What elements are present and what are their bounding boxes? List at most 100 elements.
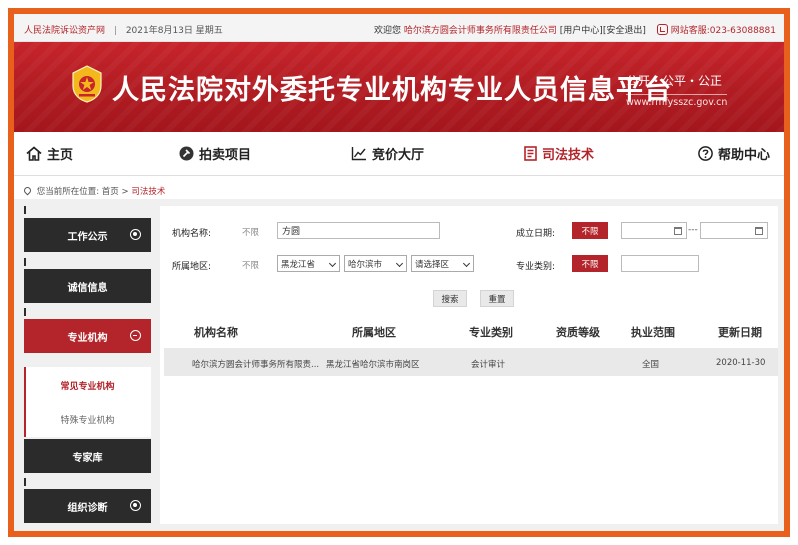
main-panel: 机构名称: 不限 成立日期: 不限 --- 所属地区: 不限 黑龙江省 哈尔滨市… — [160, 206, 778, 524]
sidebar-item-work-announcement[interactable]: 工作公示 — [24, 218, 151, 252]
nav-item-judicial-tech[interactable]: 司法技术 — [524, 144, 594, 163]
cell-scope: 全国 — [642, 360, 660, 370]
top-bar-right: 欢迎您 哈尔滨方圆会计师事务所有限责任公司 [用户中心][安全退出] 网站客服:… — [374, 23, 776, 36]
province-select[interactable]: 黑龙江省 — [277, 255, 340, 272]
sidebar-item-expert-pool[interactable]: 专家库 — [24, 439, 151, 473]
phone-icon — [656, 24, 668, 35]
collapse-icon — [130, 330, 141, 341]
sidebar-item-professional-org[interactable]: 专业机构 — [24, 319, 151, 353]
nav-item-label: 帮助中心 — [718, 148, 771, 163]
cell-category: 会计审计 — [471, 360, 506, 370]
district-select[interactable]: 请选择区 — [411, 255, 474, 272]
nav-item-auction[interactable]: 拍卖项目 — [179, 144, 251, 163]
breadcrumb: 您当前所在位置: 首页 > 司法技术 — [22, 185, 166, 197]
auction-icon — [179, 146, 194, 161]
logout-link[interactable]: [安全退出] — [603, 26, 646, 36]
sidebar-item-credit-info[interactable]: 诚信信息 — [24, 269, 151, 303]
nav-item-label: 司法技术 — [542, 148, 595, 163]
court-emblem-icon — [72, 65, 102, 103]
column-header-category: 专业类别 — [469, 326, 513, 339]
sidebar-item-label: 组织诊断 — [67, 502, 108, 514]
column-header-scope: 执业范围 — [631, 326, 675, 339]
cell-update-date: 2020-11-30 — [716, 358, 766, 368]
column-header-org-name: 机构名称 — [194, 326, 238, 339]
province-value: 黑龙江省 — [281, 259, 316, 270]
nav-item-bidding[interactable]: 竞价大厅 — [351, 144, 424, 163]
top-bar-left: 人民法院诉讼资产网 | 2021年8月13日 星期五 — [24, 23, 223, 36]
calendar-icon — [674, 227, 682, 235]
circle-bullet-icon — [130, 229, 141, 240]
nav-item-help[interactable]: 帮助中心 — [698, 144, 770, 163]
chart-icon — [351, 147, 366, 161]
category-label: 专业类别: — [516, 262, 556, 272]
nav-item-home[interactable]: 主页 — [26, 144, 73, 163]
chevron-down-icon — [462, 259, 471, 268]
nav-item-label: 竞价大厅 — [372, 148, 425, 163]
submenu-item-special-org[interactable]: 特殊专业机构 — [24, 402, 151, 436]
nav-item-label: 主页 — [47, 148, 74, 163]
location-pin-icon — [22, 185, 33, 196]
column-header-update-date: 更新日期 — [718, 326, 762, 339]
platform-title: 人民法院对外委托专业机构专业人员信息平台 — [112, 75, 672, 106]
sidebar-item-label: 专业机构 — [67, 332, 108, 344]
sidebar-item-label: 专家库 — [72, 452, 103, 464]
district-value: 请选择区 — [415, 259, 450, 270]
sidebar-divider — [24, 308, 26, 316]
column-header-region: 所属地区 — [352, 326, 396, 339]
org-name-unlimited[interactable]: 不限 — [242, 226, 259, 238]
submenu-item-common-org[interactable]: 常见专业机构 — [24, 368, 151, 402]
cell-region: 黑龙江省哈尔滨市南岗区 — [326, 360, 420, 370]
sidebar-submenu: 常见专业机构 特殊专业机构 — [24, 367, 151, 437]
sidebar-item-label: 工作公示 — [67, 231, 108, 243]
org-name-label: 机构名称: — [172, 229, 212, 239]
welcome-text: 欢迎您 — [374, 26, 402, 36]
column-header-qualification: 资质等级 — [556, 326, 600, 339]
hotline-text: 网站客服:023-63088881 — [670, 26, 776, 36]
top-separator: | — [113, 26, 117, 36]
banner-motto: 公开・公平・公正 — [626, 74, 723, 88]
category-unlimited-button[interactable]: 不限 — [572, 255, 608, 272]
category-input[interactable] — [621, 255, 699, 272]
hotline: 网站客服:023-63088881 — [656, 24, 776, 36]
page-frame: 人民法院诉讼资产网 | 2021年8月13日 星期五 欢迎您 哈尔滨方圆会计师事… — [8, 8, 790, 537]
date-from-input[interactable] — [621, 222, 687, 239]
region-label: 所属地区: — [172, 262, 212, 272]
date-to-input[interactable] — [700, 222, 768, 239]
breadcrumb-arrow: > — [121, 187, 129, 197]
reset-button[interactable]: 重置 — [480, 290, 514, 307]
sidebar-divider — [24, 258, 26, 266]
city-value: 哈尔滨市 — [348, 259, 383, 270]
date-separator: --- — [688, 225, 698, 235]
site-name-link[interactable]: 人民法院诉讼资产网 — [24, 26, 105, 36]
org-name-input[interactable] — [277, 222, 440, 239]
current-date: 2021年8月13日 — [125, 26, 193, 36]
calendar-icon — [755, 227, 763, 235]
user-center-link[interactable]: [用户中心] — [560, 26, 603, 36]
banner-domain: www.rmfysszc.gov.cn — [626, 94, 728, 108]
city-select[interactable]: 哈尔滨市 — [344, 255, 407, 272]
chevron-down-icon — [395, 259, 404, 268]
cell-org-name[interactable]: 哈尔滨方圆会计师事务所有限责... — [192, 358, 319, 370]
home-icon — [26, 146, 42, 161]
established-label: 成立日期: — [516, 229, 556, 239]
document-icon — [524, 146, 537, 161]
main-nav: 主页 拍卖项目 竞价大厅 司法技术 帮助中心 — [14, 132, 784, 176]
nav-item-label: 拍卖项目 — [199, 148, 252, 163]
help-icon — [698, 146, 713, 161]
breadcrumb-home-link[interactable]: 首页 — [102, 187, 119, 197]
search-filter: 机构名称: 不限 成立日期: 不限 --- 所属地区: 不限 黑龙江省 哈尔滨市… — [160, 206, 778, 307]
chevron-down-icon — [328, 259, 337, 268]
region-unlimited[interactable]: 不限 — [242, 259, 259, 271]
established-unlimited-button[interactable]: 不限 — [572, 222, 608, 239]
breadcrumb-current: 司法技术 — [131, 187, 166, 197]
sidebar-item-org-diagnosis[interactable]: 组织诊断 — [24, 489, 151, 523]
sidebar-divider — [24, 478, 26, 486]
sidebar-item-label: 诚信信息 — [67, 282, 108, 294]
top-bar: 人民法院诉讼资产网 | 2021年8月13日 星期五 欢迎您 哈尔滨方圆会计师事… — [14, 14, 784, 42]
search-button[interactable]: 搜索 — [433, 290, 467, 307]
breadcrumb-prefix: 您当前所在位置: — [36, 187, 100, 197]
circle-bullet-icon — [130, 500, 141, 511]
table-row[interactable]: 哈尔滨方圆会计师事务所有限责... 黑龙江省哈尔滨市南岗区 会计审计 全国 20… — [164, 348, 778, 376]
header-banner: 人民法院对外委托专业机构专业人员信息平台 公开・公平・公正 www.rmfyss… — [14, 42, 784, 132]
results-table-header: 机构名称 所属地区 专业类别 资质等级 执业范围 更新日期 — [160, 318, 778, 342]
